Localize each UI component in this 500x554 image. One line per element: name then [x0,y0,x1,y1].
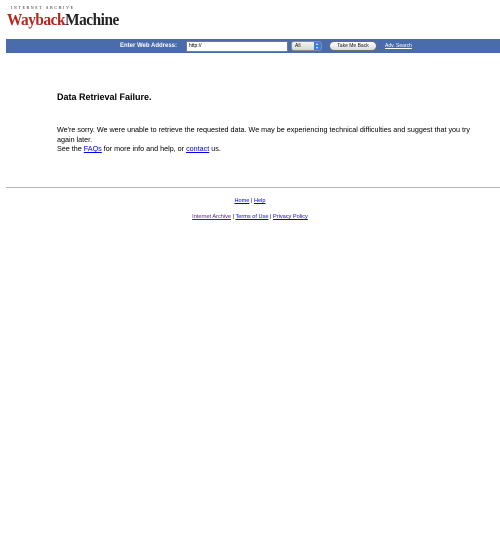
home-link[interactable]: Home [234,198,249,204]
faq-link[interactable]: FAQs [84,144,102,153]
take-me-back-button[interactable]: Take Me Back [329,41,377,51]
url-input[interactable] [186,41,288,52]
select-arrows-icon [314,42,321,50]
line2-suffix: us. [211,144,221,153]
logo-word-wayback: Wayback [7,10,66,29]
line2-middle: for more info and help, or [103,144,185,153]
divider [6,187,500,188]
error-line-1: We're sorry. We were unable to retrieve … [57,125,471,144]
privacy-policy-link[interactable]: Privacy Policy [273,214,308,220]
error-title: Data Retrieval Failure. [57,92,152,102]
footer-separator: | [270,214,272,220]
footer-separator: | [250,198,253,204]
error-message: We're sorry. We were unable to retrieve … [57,125,477,154]
search-bar: Enter Web Address: All Take Me Back Adv.… [6,39,500,53]
footer-separator: | [232,214,235,220]
error-line-2: See the FAQs for more info and help, or … [57,144,477,154]
logo-word-machine: Machine [65,10,119,29]
footer-nav: Home | Help [0,197,500,205]
contact-link[interactable]: contact [186,144,209,153]
scope-select-value: All [295,43,301,49]
advanced-search-link[interactable]: Adv. Search [385,41,412,51]
help-link[interactable]: Help [254,198,266,204]
footer-links: Internet Archive | Terms of Use | Privac… [0,213,500,221]
line2-prefix: See the [57,144,82,153]
terms-of-use-link[interactable]: Terms of Use [235,214,268,220]
url-label: Enter Web Address: [120,43,178,49]
wayback-logo[interactable]: INTERNET ARCHIVE WaybackMachine [7,5,119,35]
logo-wordmark: WaybackMachine [7,10,119,29]
scope-select[interactable]: All [291,41,322,51]
internet-archive-link[interactable]: Internet Archive [192,214,231,220]
